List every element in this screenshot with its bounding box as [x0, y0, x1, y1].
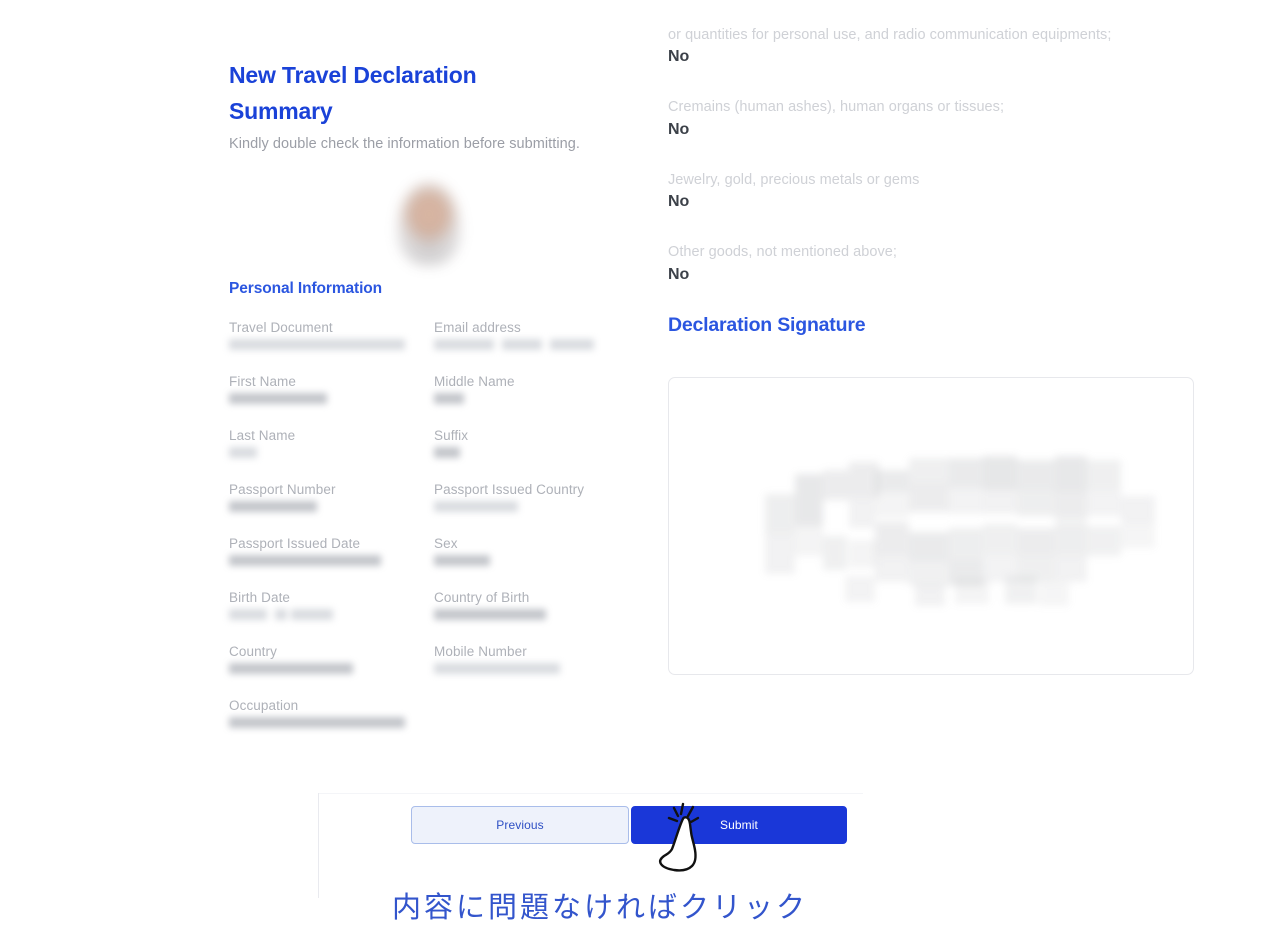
field-value-redacted [229, 447, 434, 460]
field-value-redacted [434, 393, 629, 406]
field-label: Suffix [434, 428, 469, 444]
field-country-of-birth: Country of Birth [434, 590, 629, 622]
field-first-name: First Name [229, 374, 434, 406]
declaration-question-block: Cremains (human ashes), human organs or … [668, 96, 1208, 138]
field-passport-issued-country: Passport Issued Country [434, 482, 629, 514]
field-value-redacted [229, 339, 434, 352]
footer-divider-vertical [318, 793, 319, 898]
declaration-question-text: Cremains (human ashes), human organs or … [668, 99, 1005, 116]
page-title: New Travel Declaration Summary [229, 62, 477, 124]
field-value-redacted [434, 609, 629, 622]
field-label: Sex [434, 536, 458, 552]
field-label: Occupation [229, 698, 299, 714]
field-value-redacted [434, 447, 629, 460]
declaration-question-block: or quantities for personal use, and radi… [668, 24, 1208, 66]
personal-information-heading: Personal Information [229, 280, 383, 298]
footer-button-row: Previous Submit [411, 806, 847, 844]
declaration-questions: or quantities for personal use, and radi… [668, 24, 1208, 284]
field-label: Passport Number [229, 482, 336, 498]
field-travel-document: Travel Document [229, 320, 434, 352]
signature-canvas[interactable] [668, 376, 1194, 675]
field-passport-number: Passport Number [229, 482, 434, 514]
personal-information-fields: Travel Document Email address First Name Mi… [229, 320, 629, 730]
field-passport-issued-date: Passport Issued Date [229, 536, 434, 568]
field-value-redacted [229, 717, 434, 730]
summary-right-column: or quantities for personal use, and radi… [668, 27, 1208, 675]
field-country: Country [229, 644, 434, 676]
field-label: Passport Issued Date [229, 536, 361, 552]
previous-button[interactable]: Previous [411, 806, 629, 844]
summary-left-column: New Travel Declaration Summary Kindly do… [229, 58, 629, 730]
field-birth-date: Birth Date [229, 590, 434, 622]
field-label: Country of Birth [434, 590, 530, 606]
applicant-photo-image [397, 182, 461, 267]
field-occupation: Occupation [229, 698, 434, 730]
declaration-question-answer: No [668, 48, 690, 66]
signature-image [765, 436, 1155, 626]
field-middle-name: Middle Name [434, 374, 629, 406]
declaration-question-text: Other goods, not mentioned above; [668, 244, 897, 261]
submit-button[interactable]: Submit [631, 806, 847, 844]
declaration-question-block: Jewelry, gold, precious metals or gems No [668, 169, 1208, 211]
declaration-question-text: or quantities for personal use, and radi… [668, 27, 1112, 43]
field-label: Travel Document [229, 320, 333, 336]
page-subtitle: Kindly double check the information befo… [229, 136, 580, 153]
field-value-redacted [229, 663, 434, 676]
field-value-redacted [434, 555, 629, 568]
field-suffix: Suffix [434, 428, 629, 460]
applicant-photo [229, 174, 629, 274]
field-label: First Name [229, 374, 297, 390]
declaration-question-answer: No [668, 120, 690, 138]
field-mobile-number: Mobile Number [434, 644, 629, 676]
field-value-redacted [434, 339, 629, 352]
field-label: Birth Date [229, 590, 291, 606]
declaration-question-answer: No [668, 193, 690, 211]
declaration-question-block: Other goods, not mentioned above; No [668, 241, 1208, 283]
field-value-redacted [434, 501, 629, 514]
field-value-redacted [434, 663, 629, 676]
field-last-name: Last Name [229, 428, 434, 460]
declaration-signature-heading: Declaration Signature [668, 313, 866, 336]
field-label: Email address [434, 320, 521, 336]
field-value-redacted [229, 555, 434, 568]
field-label: Last Name [229, 428, 296, 444]
field-label: Mobile Number [434, 644, 527, 660]
field-value-redacted [229, 609, 434, 622]
declaration-question-answer: No [668, 265, 690, 283]
annotation-text: 内容に問題なければクリック [392, 890, 809, 924]
declaration-question-text: Jewelry, gold, precious metals or gems [668, 171, 920, 188]
field-value-redacted [229, 393, 434, 406]
field-label: Middle Name [434, 374, 515, 390]
footer-divider-horizontal [318, 793, 863, 794]
travel-declaration-summary-page: New Travel Declaration Summary Kindly do… [0, 0, 1288, 942]
field-label: Country [229, 644, 277, 660]
field-sex: Sex [434, 536, 629, 568]
field-value-redacted [229, 501, 434, 514]
field-label: Passport Issued Country [434, 482, 585, 498]
field-email-address: Email address [434, 320, 629, 352]
